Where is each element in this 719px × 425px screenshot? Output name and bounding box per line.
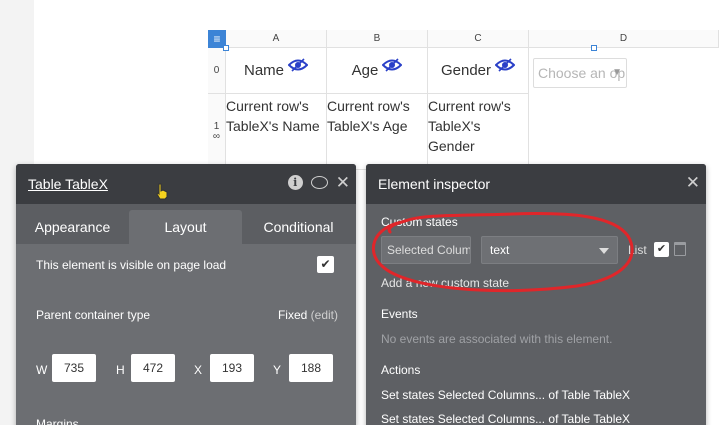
comment-icon[interactable]	[310, 176, 328, 189]
header-age-label: Age	[351, 62, 379, 79]
tab-appearance[interactable]: Appearance	[16, 210, 129, 244]
events-label: Events	[381, 307, 418, 321]
actions-label: Actions	[381, 363, 421, 377]
height-input[interactable]: 472	[131, 354, 175, 382]
cell-text: Current row's TableX's Name	[226, 98, 320, 134]
data-cell-name[interactable]: Current row's TableX's Name	[226, 94, 327, 170]
list-label: List	[628, 243, 647, 257]
panel-header[interactable]: Table TableX i ✕	[16, 164, 356, 204]
edit-link[interactable]: (edit)	[311, 308, 338, 322]
header-cell-name[interactable]: Name	[226, 48, 327, 94]
dropdown-arrow-icon	[599, 248, 609, 254]
visible-on-load-label: This element is visible on page load	[36, 258, 227, 272]
width-label: W	[36, 363, 48, 377]
y-input[interactable]: 188	[289, 354, 333, 382]
eye-icon[interactable]	[287, 57, 309, 76]
header-dropdown-d[interactable]: Choose an op ▼	[533, 58, 627, 88]
data-cell-age[interactable]: Current row's TableX's Age	[327, 94, 428, 170]
parent-container-type: Fixed	[277, 308, 308, 322]
close-icon[interactable]: ✕	[686, 174, 700, 191]
visible-on-load-checkbox[interactable]: ✔	[317, 256, 334, 273]
row-header-1: 1 ∞	[208, 94, 226, 170]
column-header-b: B	[327, 30, 428, 48]
close-icon[interactable]: ✕	[336, 174, 350, 191]
height-label: H	[116, 363, 125, 377]
list-checkbox[interactable]: ✔	[654, 242, 669, 257]
inspector-title: Element inspector	[378, 176, 491, 192]
eye-icon[interactable]	[494, 57, 516, 76]
parent-container-label: Parent container type	[36, 308, 151, 322]
margins-label: Margins	[36, 417, 79, 425]
tab-conditional[interactable]: Conditional	[242, 210, 355, 244]
column-header-d: D	[529, 30, 719, 48]
header-cell-age[interactable]: Age	[327, 48, 428, 94]
column-header-c: C	[428, 30, 529, 48]
resize-handle[interactable]	[223, 45, 229, 51]
layout-tab-content: This element is visible on page load ✔ P…	[16, 244, 356, 425]
element-inspector-panel: Element inspector ✕ Custom states Select…	[366, 164, 706, 425]
custom-states-label: Custom states	[381, 215, 458, 229]
events-empty-text: No events are associated with this eleme…	[381, 332, 613, 346]
resize-handle[interactable]	[591, 45, 597, 51]
header-cell-gender[interactable]: Gender	[428, 48, 529, 94]
x-label: X	[194, 363, 203, 377]
header-gender-label: Gender	[440, 62, 492, 79]
cell-text: Current row's TableX's Age	[327, 98, 410, 134]
cell-text: Current row's TableX's Gender	[428, 98, 511, 154]
state-type-select[interactable]: text	[481, 236, 618, 264]
tab-layout[interactable]: Layout	[129, 210, 242, 244]
parent-container-value[interactable]: Fixed (edit)	[278, 308, 338, 322]
state-type-value: text	[490, 243, 510, 257]
x-input[interactable]: 193	[210, 354, 254, 382]
action-item[interactable]: Set states Selected Columns... of Table …	[381, 412, 630, 425]
row-header-0: 0	[208, 48, 226, 94]
trash-icon[interactable]	[674, 242, 686, 256]
state-name-input[interactable]: Selected Colum	[381, 236, 471, 264]
property-editor-panel: Table TableX i ✕ Appearance Layout Condi…	[16, 164, 356, 425]
hand-cursor-icon	[156, 183, 168, 200]
data-cell-gender[interactable]: Current row's TableX's Gender	[428, 94, 529, 170]
table-tablex[interactable]: ≡ A B C D 0 1 ∞ Name Age Gender Choose a…	[208, 30, 719, 170]
infinity-icon: ∞	[212, 131, 221, 142]
action-item[interactable]: Set states Selected Columns... of Table …	[381, 388, 630, 402]
column-header-a: A	[226, 30, 327, 48]
add-custom-state-link[interactable]: Add a new custom state	[381, 276, 509, 290]
chevron-down-icon: ▼	[612, 67, 622, 78]
width-input[interactable]: 735	[52, 354, 96, 382]
panel-title[interactable]: Table TableX	[28, 176, 108, 192]
eye-icon[interactable]	[381, 57, 403, 76]
header-name-label: Name	[243, 62, 284, 79]
y-label: Y	[273, 363, 282, 377]
inspector-header[interactable]: Element inspector ✕	[366, 164, 706, 204]
info-icon[interactable]: i	[287, 175, 303, 190]
